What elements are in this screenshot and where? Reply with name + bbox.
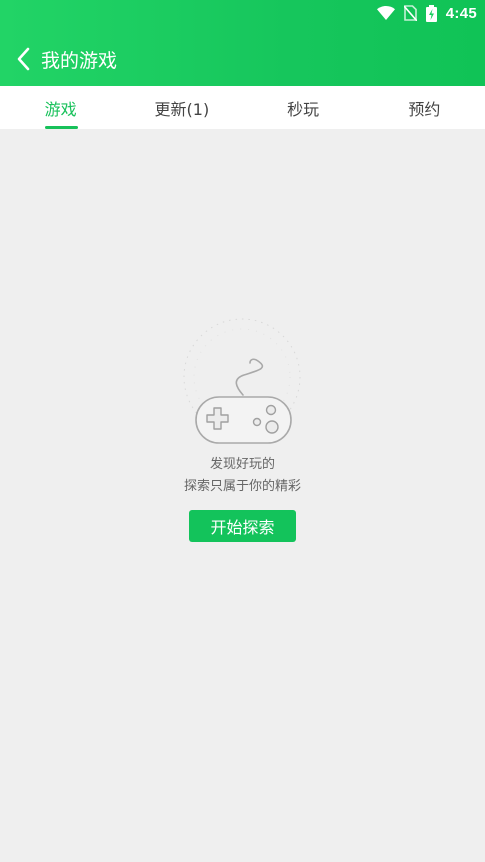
tab-label: 游戏 [44,99,77,119]
tab-games[interactable]: 游戏 [0,86,121,129]
active-tab-indicator [44,126,78,129]
page-title: 我的游戏 [41,50,118,72]
tab-bar: 游戏 更新(1) 秒玩 预约 [0,86,485,129]
start-explore-button[interactable]: 开始探索 [189,510,296,542]
tab-reservations[interactable]: 预约 [364,86,485,129]
wifi-icon [376,6,395,20]
tab-label: 更新(1) [154,99,210,119]
status-bar: 4:45 [0,0,485,26]
empty-state-message: 发现好玩的 [209,457,275,472]
chevron-left-icon [16,47,30,75]
status-time: 4:45 [445,4,477,22]
tab-instant-play[interactable]: 秒玩 [243,86,364,129]
game-controller-icon [170,315,315,450]
empty-state-submessage: 探索只属于你的精彩 [183,479,301,494]
status-icons: 4:45 [376,4,477,22]
tab-updates[interactable]: 更新(1) [121,86,242,129]
tab-label: 预约 [408,99,441,119]
back-button[interactable] [10,46,36,76]
battery-charging-icon [425,4,437,22]
app-header: 4:45 我的游戏 [0,0,485,86]
tab-label: 秒玩 [287,99,320,119]
no-sim-icon [403,5,417,21]
